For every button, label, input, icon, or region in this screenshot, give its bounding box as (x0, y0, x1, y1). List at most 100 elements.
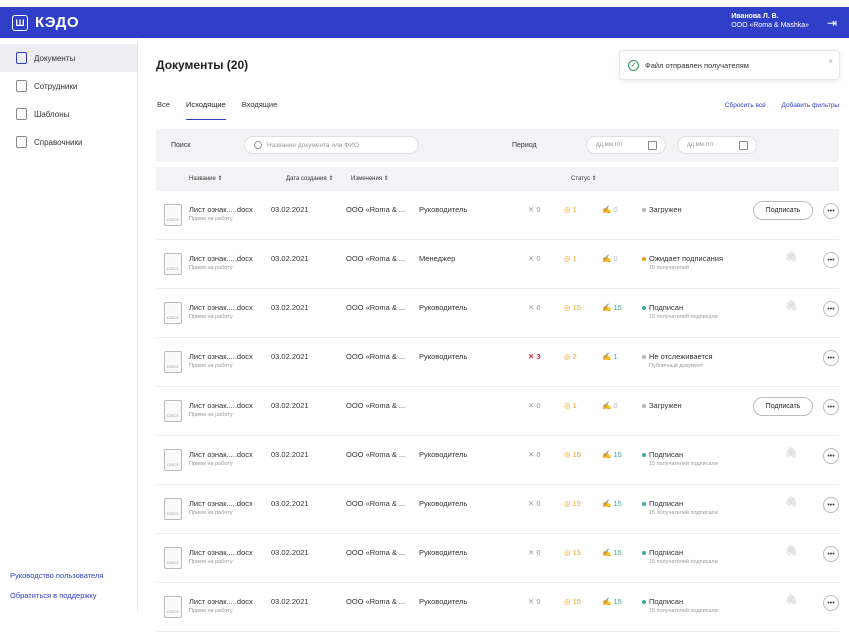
viewed-value: 15 (572, 450, 581, 459)
attachment-icon[interactable]: 🖇 (785, 546, 798, 557)
attachment-icon[interactable]: 🖇 (785, 301, 798, 312)
document-type: Прием на работу (189, 510, 233, 516)
reject-icon: ✕ (528, 450, 535, 459)
sidebar-item-employees[interactable]: Сотрудники (0, 72, 137, 100)
logout-icon[interactable]: ⇥ (827, 16, 837, 30)
sender-org: ООО «Roma & ... (346, 205, 406, 214)
status-detail: 15 получателей (649, 265, 689, 271)
docx-file-icon: DOCX (164, 204, 182, 226)
support-link[interactable]: Обратиться в поддержку (10, 586, 103, 606)
search-label: Поиск (171, 142, 191, 149)
tab-incoming[interactable]: Входящие (242, 100, 278, 120)
sidebar-item-directories[interactable]: Справочники (0, 128, 137, 156)
document-name: Лист ознак.....docx (189, 401, 253, 410)
signed-count: ✍ 1 (602, 352, 618, 361)
signed-count: ✍ 15 (602, 303, 622, 312)
reset-link[interactable]: Сбросить всё (725, 102, 766, 109)
templates-icon (16, 108, 27, 120)
status-dot (642, 208, 646, 213)
more-actions-button[interactable]: ••• (823, 497, 839, 513)
user-info[interactable]: Иванова Л. В. ООО «Roma & Mashka» (731, 12, 809, 30)
rejected-value: 0 (536, 597, 541, 606)
sidebar-item-templates[interactable]: Шаблоны (0, 100, 137, 128)
calendar-icon[interactable] (739, 141, 748, 150)
signed-value: 0 (613, 401, 618, 410)
table-row[interactable]: DOCX Лист ознак.....docx Прием на работу 03… (156, 338, 839, 387)
more-actions-button[interactable]: ••• (823, 399, 839, 415)
status-dot (642, 257, 646, 262)
calendar-icon[interactable] (648, 141, 657, 150)
rejected-count: ✕ 0 (528, 548, 541, 557)
close-icon[interactable]: × (828, 57, 833, 66)
more-actions-button[interactable]: ••• (823, 350, 839, 366)
rejected-count: ✕ 3 (528, 352, 541, 361)
status-text: Подписан (649, 450, 684, 459)
sign-icon: ✍ (602, 450, 612, 459)
sign-button[interactable]: Подписать (753, 201, 813, 220)
viewed-count: ◎ 15 (564, 450, 581, 459)
add-filters-link[interactable]: Добавить фильтры (782, 102, 839, 109)
sign-button[interactable]: Подписать (753, 397, 813, 416)
status-dot (642, 551, 646, 556)
created-date: 03.02.2021 (271, 401, 309, 410)
tab-all[interactable]: Все (157, 100, 170, 120)
signed-value: 0 (613, 205, 618, 214)
directories-icon (16, 136, 27, 148)
table-row[interactable]: DOCX Лист ознак.....docx Прием на работу 03… (156, 436, 839, 485)
more-actions-button[interactable]: ••• (823, 203, 839, 219)
reject-icon: ✕ (528, 401, 535, 410)
user-guide-link[interactable]: Руководство пользователя (10, 566, 103, 586)
sidebar: Документы Сотрудники Шаблоны Справочники… (0, 38, 138, 612)
created-date: 03.02.2021 (271, 205, 309, 214)
document-name: Лист ознак.....docx (189, 548, 253, 557)
tab-outgoing[interactable]: Исходящие (185, 100, 226, 120)
column-name[interactable]: Название ⇕ (189, 175, 223, 182)
signer-role: Руководитель (419, 303, 468, 312)
documents-table: DOCX Лист ознак.....docx Прием на работу 03… (156, 191, 839, 632)
created-date: 03.02.2021 (271, 352, 309, 361)
tabs: Все Исходящие Входящие (157, 100, 293, 120)
table-row[interactable]: DOCX Лист ознак.....docx Прием на работу 03… (156, 583, 839, 632)
more-actions-button[interactable]: ••• (823, 595, 839, 611)
table-row[interactable]: DOCX Лист ознак.....docx Прием на работу 03… (156, 387, 839, 436)
table-row[interactable]: DOCX Лист ознак.....docx Прием на работу 03… (156, 534, 839, 583)
status-text: Не отслеживается (649, 352, 713, 361)
attachment-icon[interactable]: 🖇 (785, 595, 798, 606)
status-text: Загружен (649, 401, 682, 410)
main-content: Документы (20) ✓ Файл отправлен получате… (139, 38, 849, 632)
viewed-value: 1 (572, 254, 577, 263)
table-row[interactable]: DOCX Лист ознак.....docx Прием на работу 03… (156, 289, 839, 338)
table-row[interactable]: DOCX Лист ознак.....docx Прием на работу 03… (156, 191, 839, 240)
viewed-value: 1 (572, 205, 577, 214)
table-row[interactable]: DOCX Лист ознак.....docx Прием на работу 03… (156, 485, 839, 534)
signer-role: Руководитель (419, 548, 468, 557)
more-actions-button[interactable]: ••• (823, 252, 839, 268)
more-actions-button[interactable]: ••• (823, 546, 839, 562)
date-to-input[interactable]: дд.мм.гггг (677, 136, 757, 154)
more-actions-button[interactable]: ••• (823, 301, 839, 317)
table-row[interactable]: DOCX Лист ознак.....docx Прием на работу 03… (156, 240, 839, 289)
attachment-icon[interactable]: 🖇 (785, 252, 798, 263)
status-text: Ожидает подписания (649, 254, 724, 263)
document-type: Прием на работу (189, 363, 233, 369)
attachment-icon[interactable]: 🖇 (785, 448, 798, 459)
status-text: Подписан (649, 303, 684, 312)
sidebar-item-documents[interactable]: Документы (0, 44, 137, 72)
status-label: Подписан (642, 548, 683, 557)
attachment-icon[interactable]: 🖇 (785, 497, 798, 508)
column-changes[interactable]: Изменения ⇕ (351, 175, 389, 182)
viewed-count: ◎ 15 (564, 499, 581, 508)
date-from-input[interactable]: дд.мм.гггг (586, 136, 666, 154)
date-from-placeholder: дд.мм.гггг (596, 142, 624, 148)
column-status[interactable]: Статус ⇕ (571, 175, 597, 182)
signed-value: 15 (613, 450, 622, 459)
rejected-value: 0 (536, 450, 541, 459)
column-created[interactable]: Дата создания ⇕ (286, 175, 333, 182)
app-logo[interactable]: Ш КЭДО (12, 14, 79, 31)
eye-icon: ◎ (564, 352, 571, 361)
sign-icon: ✍ (602, 303, 612, 312)
search-input[interactable]: Название документа или ФИО (244, 136, 419, 154)
docx-file-icon: DOCX (164, 547, 182, 569)
more-actions-button[interactable]: ••• (823, 448, 839, 464)
status-dot (642, 502, 646, 507)
